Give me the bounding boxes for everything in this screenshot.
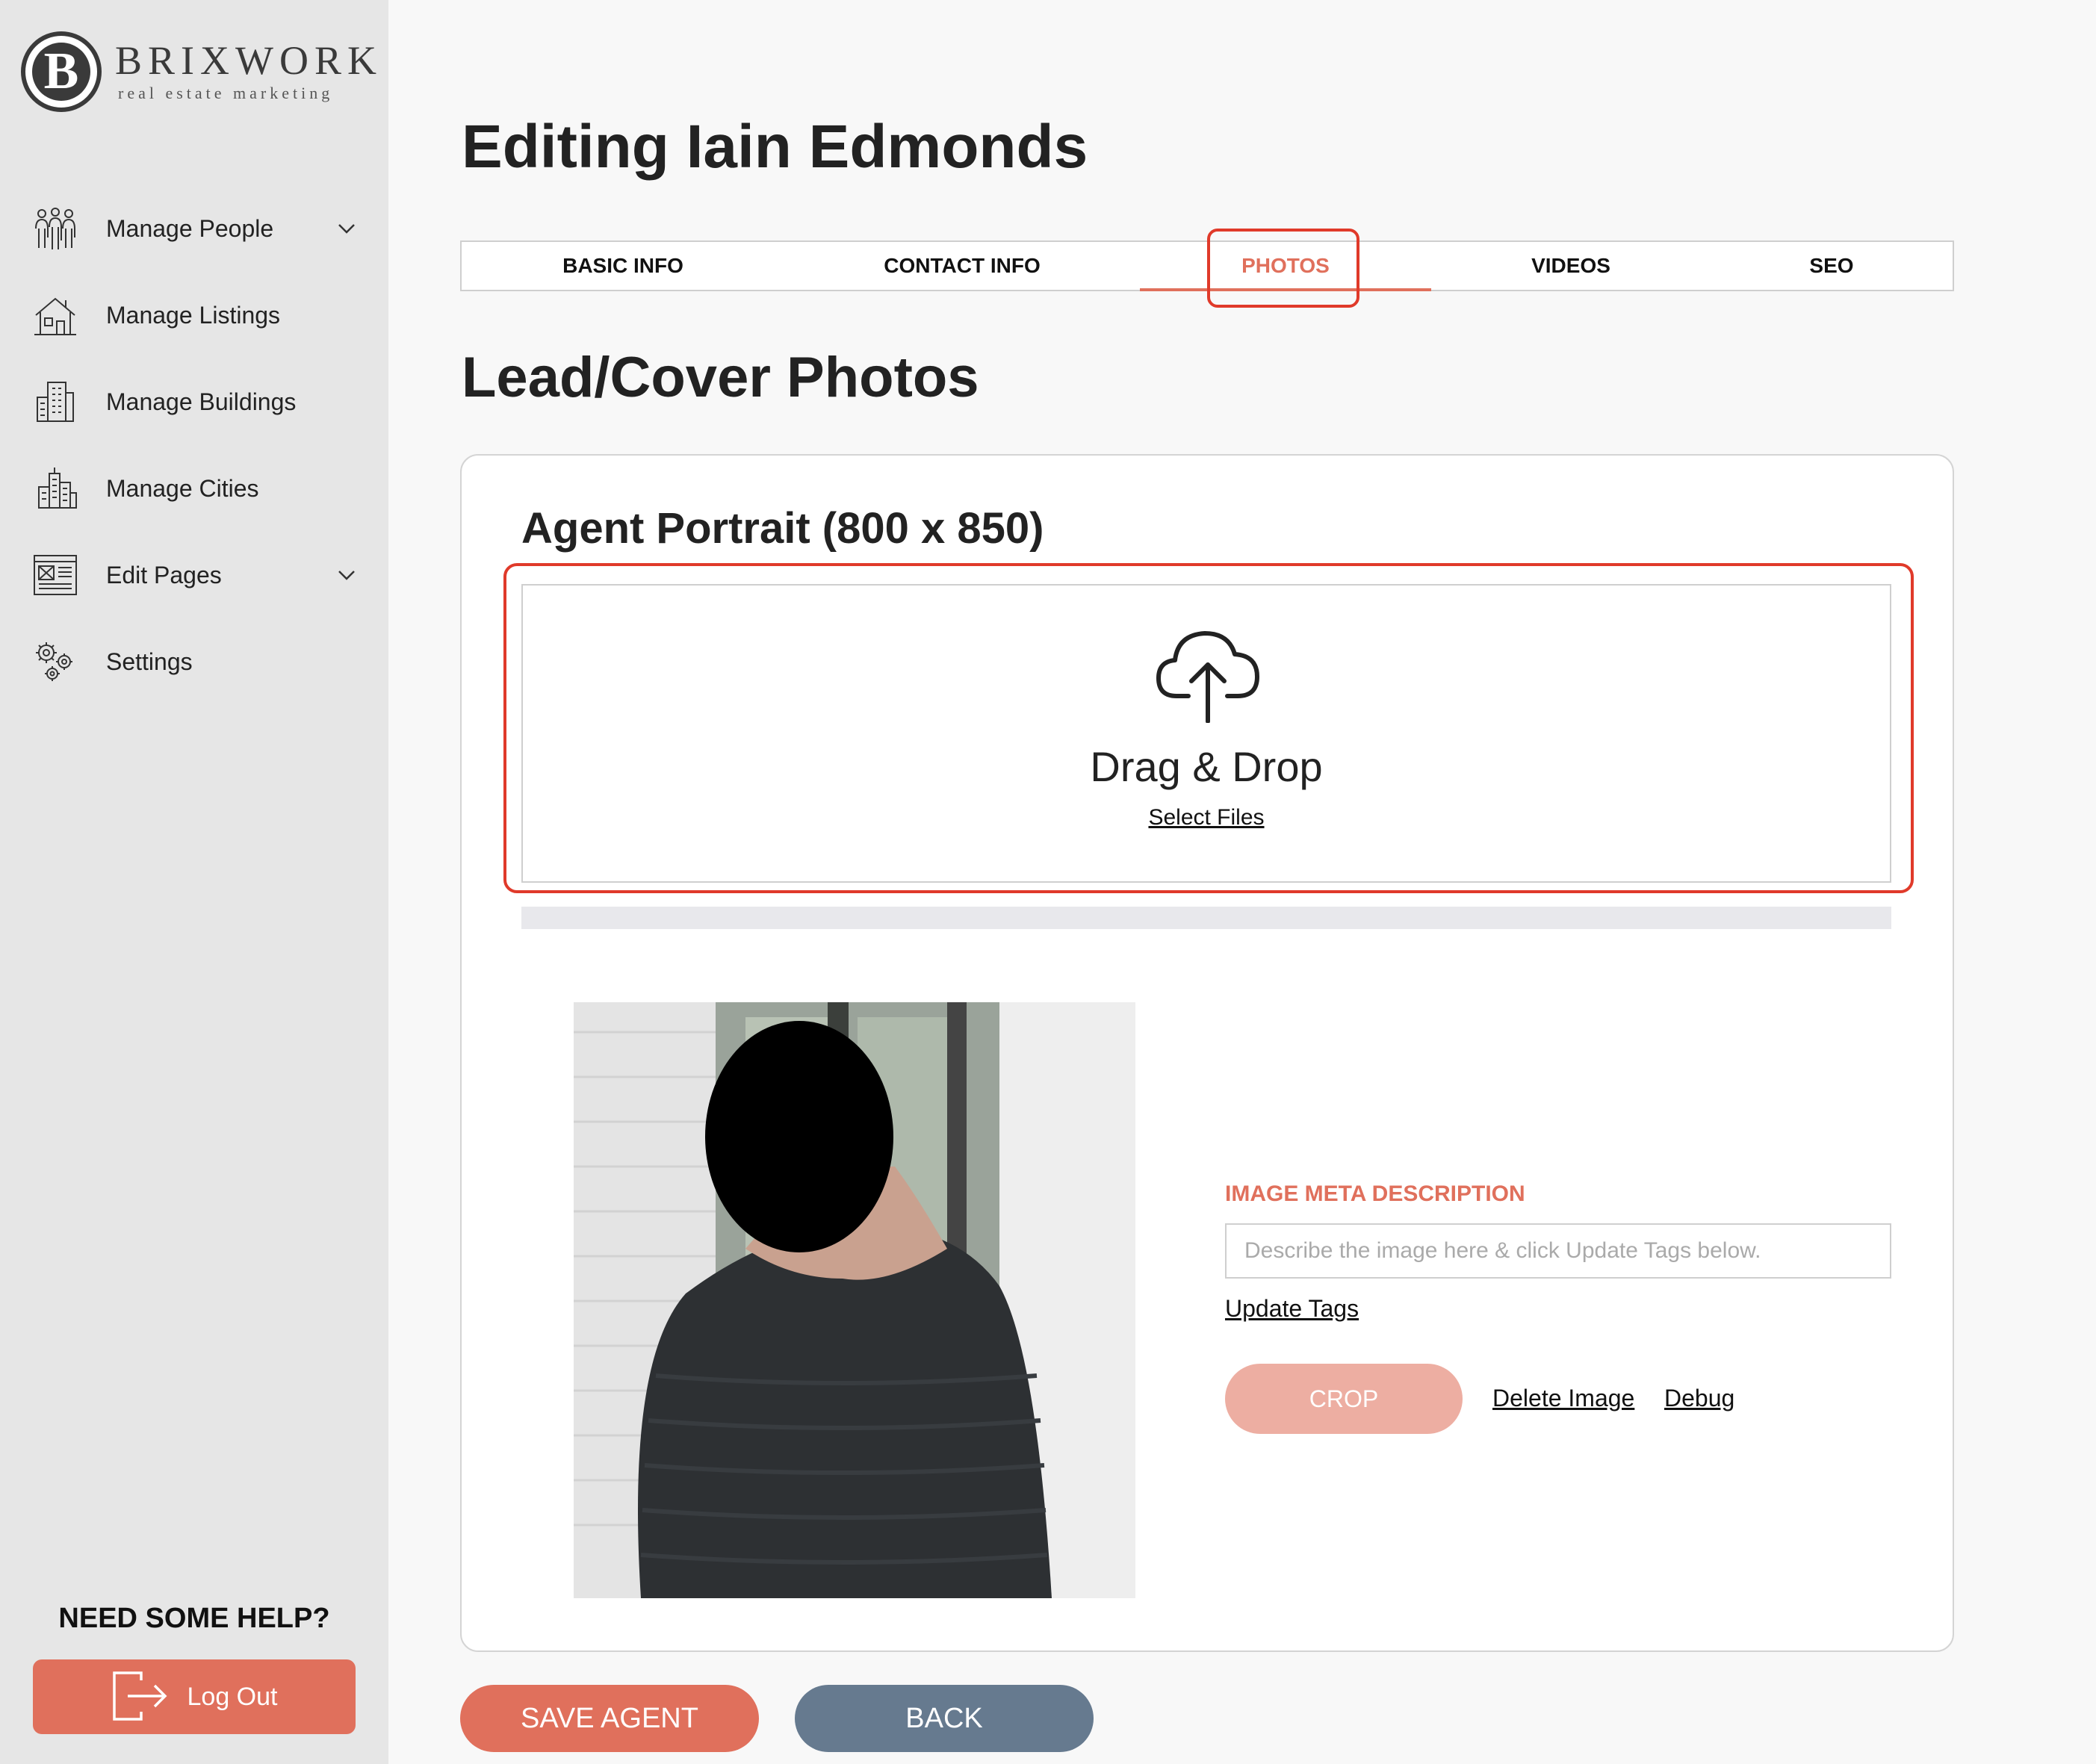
image-meta-description-input[interactable]	[1225, 1223, 1891, 1279]
chevron-down-icon[interactable]	[335, 563, 359, 587]
sidebar-item-label: Settings	[106, 647, 193, 675]
portrait-title: Agent Portrait (800 x 850)	[521, 504, 1044, 553]
cloud-upload-icon	[1154, 627, 1262, 724]
select-files-link[interactable]: Select Files	[523, 805, 1890, 830]
page-layout-icon	[31, 551, 79, 599]
active-tab-underline	[1140, 288, 1431, 291]
logo-monogram-ring: B	[21, 31, 102, 112]
logout-button[interactable]: Log Out	[33, 1659, 356, 1734]
crop-button[interactable]: CROP	[1225, 1364, 1463, 1434]
sidebar: B BRIXWORK real estate marketing Manage …	[0, 0, 388, 1764]
save-agent-button[interactable]: SAVE AGENT	[460, 1685, 759, 1752]
sidebar-item-settings[interactable]: Settings	[0, 618, 388, 705]
logo-monogram: B	[32, 43, 90, 101]
sidebar-item-label: Manage Buildings	[106, 388, 297, 415]
tab-photos[interactable]: PHOTOS	[1140, 242, 1431, 290]
drag-drop-text: Drag & Drop	[1090, 743, 1323, 790]
delete-image-link[interactable]: Delete Image	[1492, 1385, 1634, 1412]
gears-icon	[31, 638, 79, 686]
logout-icon	[111, 1670, 171, 1724]
image-meta-label: IMAGE META DESCRIPTION	[1225, 1181, 1525, 1206]
logout-label: Log Out	[187, 1682, 278, 1711]
sidebar-item-label: Manage Listings	[106, 301, 281, 329]
people-icon	[31, 205, 79, 252]
brixwork-logo[interactable]: B BRIXWORK real estate marketing	[21, 31, 376, 117]
tab-seo[interactable]: SEO	[1711, 242, 1953, 290]
upload-dropzone[interactable]: Drag & Drop Select Files	[521, 584, 1891, 883]
section-title: Lead/Cover Photos	[462, 346, 979, 409]
house-icon	[31, 291, 79, 339]
chevron-down-icon[interactable]	[335, 217, 359, 240]
help-title: NEED SOME HELP?	[58, 1603, 330, 1634]
sidebar-item-manage-listings[interactable]: Manage Listings	[0, 272, 388, 358]
tab-bar: BASIC INFO CONTACT INFO PHOTOS VIDEOS SE…	[460, 240, 1954, 291]
sidebar-item-manage-cities[interactable]: Manage Cities	[0, 445, 388, 532]
tab-contact-info[interactable]: CONTACT INFO	[784, 242, 1140, 290]
page-title: Editing Iain Edmonds	[462, 113, 1088, 181]
upload-progress-bar	[521, 907, 1891, 929]
back-button[interactable]: BACK	[795, 1685, 1094, 1752]
sidebar-item-label: Edit Pages	[106, 561, 222, 588]
sidebar-item-label: Manage People	[106, 214, 274, 242]
sidebar-nav: Manage People Manage Listings Manage Bui…	[0, 185, 388, 705]
agent-portrait-image	[574, 1002, 1135, 1598]
sidebar-item-label: Manage Cities	[106, 474, 259, 502]
tab-basic-info[interactable]: BASIC INFO	[462, 242, 784, 290]
building-icon	[31, 378, 79, 426]
logo-tagline: real estate marketing	[118, 84, 334, 102]
logo-wordmark: BRIXWORK	[115, 38, 382, 83]
sidebar-item-edit-pages[interactable]: Edit Pages	[0, 532, 388, 618]
tab-videos[interactable]: VIDEOS	[1431, 242, 1711, 290]
city-icon	[31, 465, 79, 512]
debug-link[interactable]: Debug	[1664, 1385, 1734, 1412]
sidebar-item-manage-buildings[interactable]: Manage Buildings	[0, 358, 388, 445]
update-tags-link[interactable]: Update Tags	[1225, 1295, 1359, 1323]
sidebar-item-manage-people[interactable]: Manage People	[0, 185, 388, 272]
